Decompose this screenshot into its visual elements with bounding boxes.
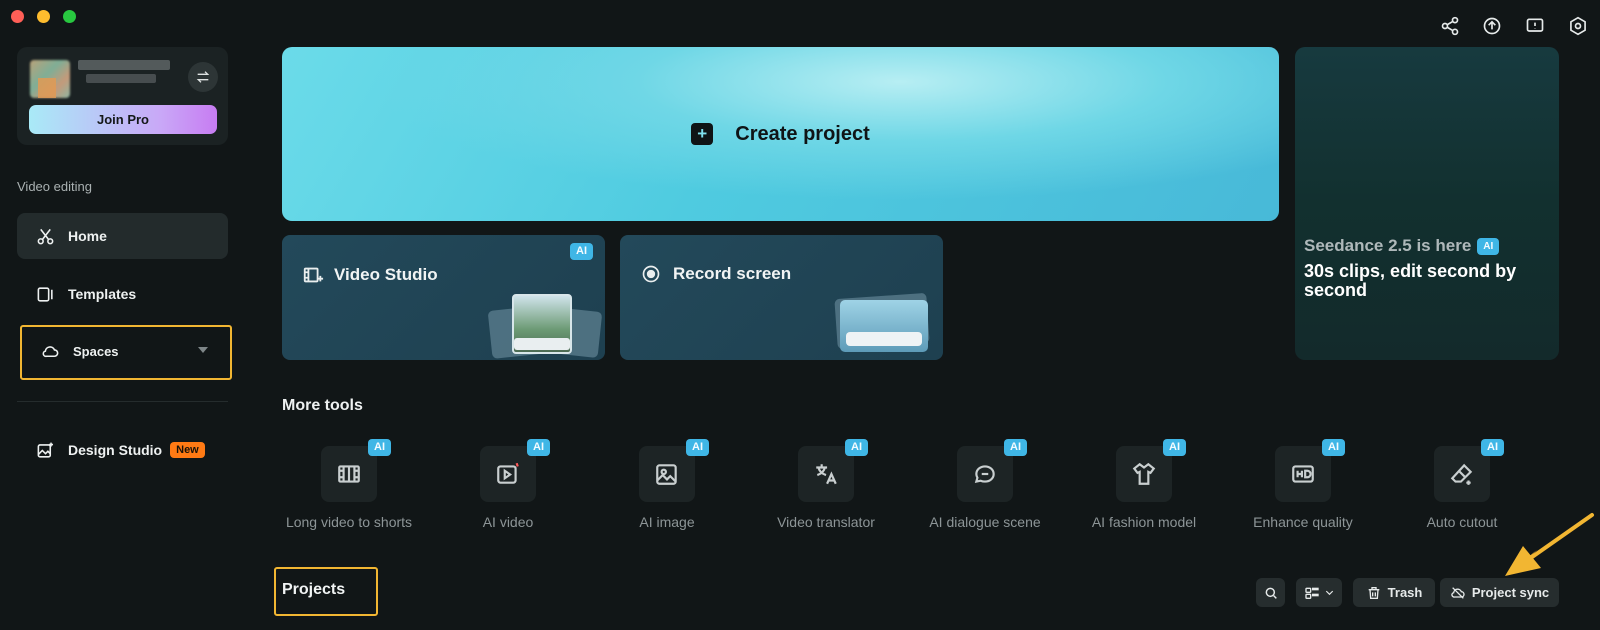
feedback-icon[interactable]: [1524, 15, 1546, 37]
spaces-highlight-box: [20, 325, 232, 380]
ai-badge: AI: [570, 243, 593, 260]
sidebar-item-label: Home: [68, 228, 107, 244]
tool-label: Video translator: [777, 514, 875, 530]
tool-ai-image[interactable]: AI AI image: [597, 439, 737, 531]
tool-icon-box[interactable]: AI: [480, 439, 550, 502]
tool-icon-box[interactable]: AI: [798, 439, 868, 502]
plus-icon: +: [691, 123, 714, 145]
project-sync-label: Project sync: [1471, 585, 1550, 600]
search-icon: [1265, 587, 1277, 599]
tool-icon-box[interactable]: AI: [1116, 439, 1186, 502]
hd-icon: [1292, 465, 1314, 483]
sidebar-item-templates[interactable]: Templates: [17, 271, 228, 317]
tool-label: AI image: [639, 514, 695, 530]
sidebar-item-label: Design Studio: [68, 442, 163, 458]
sidebar-item-home[interactable]: Home: [17, 213, 228, 259]
search-projects-button[interactable]: [1256, 578, 1285, 607]
promo-banner[interactable]: [1295, 47, 1559, 360]
ai-badge: AI: [1322, 439, 1345, 456]
tool-icon-box[interactable]: AI: [321, 439, 391, 502]
ai-badge: AI: [1163, 439, 1186, 456]
tool-label: Long video to shorts: [285, 514, 413, 530]
eraser-icon: [1450, 463, 1473, 485]
tool-enhance-quality[interactable]: AI Enhance quality: [1233, 439, 1373, 531]
grid-view-icon: [1304, 587, 1319, 599]
tool-label: AI video: [482, 514, 534, 530]
film-sparkle-icon: [303, 267, 324, 283]
chevron-down-icon: [1325, 590, 1333, 596]
more-tools-title: More tools: [282, 397, 363, 414]
trash-button[interactable]: Trash: [1353, 578, 1435, 607]
tool-icon-box[interactable]: AI: [639, 439, 709, 502]
ai-badge: AI: [1004, 439, 1027, 456]
tool-icon-box[interactable]: AI: [1275, 439, 1345, 502]
share-icon[interactable]: [1439, 15, 1461, 37]
project-sync-button[interactable]: Project sync: [1440, 578, 1559, 607]
thumbnail-caption-bar: [514, 338, 570, 350]
shirt-icon: [1132, 462, 1156, 485]
ai-badge: AI: [527, 439, 550, 456]
annotation-arrow: [1505, 513, 1594, 576]
switch-account-button[interactable]: [188, 62, 218, 92]
view-mode-dropdown[interactable]: [1296, 578, 1342, 607]
tool-video-translator[interactable]: AI Video translator: [756, 439, 896, 531]
section-label-video-editing: Video editing: [17, 179, 92, 194]
projects-title: Projects: [282, 581, 346, 598]
ai-badge: AI: [368, 439, 391, 456]
ai-badge: AI: [686, 439, 709, 456]
record-screen-label: Record screen: [673, 264, 792, 283]
tool-icon-box[interactable]: AI: [957, 439, 1027, 502]
tool-icon-box[interactable]: AI: [1434, 439, 1504, 502]
upload-icon[interactable]: [1481, 15, 1503, 37]
record-screen-title: Record screen: [641, 264, 791, 284]
tool-label: AI dialogue scene: [929, 514, 1041, 530]
create-project-label: Create project: [735, 122, 870, 145]
translate-icon: [816, 464, 837, 485]
image-icon: [656, 464, 677, 485]
swap-icon: [196, 71, 210, 83]
create-project-card[interactable]: + Create project: [282, 47, 1279, 221]
avatar-detail: [38, 78, 56, 98]
record-icon: [642, 265, 660, 283]
trash-icon: [1368, 586, 1379, 599]
cloud-off-icon: [1451, 586, 1465, 599]
window-minimize-button[interactable]: [37, 10, 50, 23]
sidebar-item-label: Templates: [68, 286, 137, 302]
tool-ai-video[interactable]: AI AI video: [438, 439, 578, 531]
tool-label: Enhance quality: [1253, 514, 1353, 530]
promo-subtitle: 30s clips, edit second by second: [1304, 261, 1517, 300]
sidebar-item-design-studio[interactable]: Design Studio New: [17, 427, 228, 473]
tool-long-video-to-shorts[interactable]: AI Long video to shorts: [279, 439, 419, 531]
window-close-button[interactable]: [11, 10, 24, 23]
tool-ai-dialogue-scene[interactable]: AI AI dialogue scene: [915, 439, 1055, 531]
design-image-icon: [35, 440, 55, 460]
video-studio-label: Video Studio: [334, 265, 438, 284]
video-play-icon: [497, 462, 519, 484]
new-badge: New: [170, 442, 205, 458]
scissors-icon: [35, 226, 55, 246]
settings-icon[interactable]: [1567, 15, 1589, 37]
video-studio-title: Video Studio: [302, 264, 438, 286]
join-pro-button[interactable]: Join Pro: [29, 105, 217, 134]
promo-headline-text: Seedance 2.5 is here: [1304, 236, 1472, 255]
tool-label: AI fashion model: [1091, 514, 1197, 530]
promo-ai-badge: AI: [1477, 237, 1500, 255]
trash-label: Trash: [1387, 585, 1423, 600]
user-id-redacted: [86, 74, 156, 83]
templates-icon: [35, 284, 55, 304]
promo-headline: Seedance 2.5 is here AI: [1304, 236, 1500, 256]
window-maximize-button[interactable]: [63, 10, 76, 23]
record-toolbar-preview: [846, 332, 922, 346]
ai-badge: AI: [1481, 439, 1504, 456]
film-split-icon: [338, 465, 360, 483]
sidebar-divider: [17, 401, 228, 402]
tool-ai-fashion-model[interactable]: AI AI fashion model: [1074, 439, 1214, 531]
user-name-redacted: [78, 60, 170, 70]
dialogue-icon: [974, 465, 995, 483]
ai-badge: AI: [845, 439, 868, 456]
